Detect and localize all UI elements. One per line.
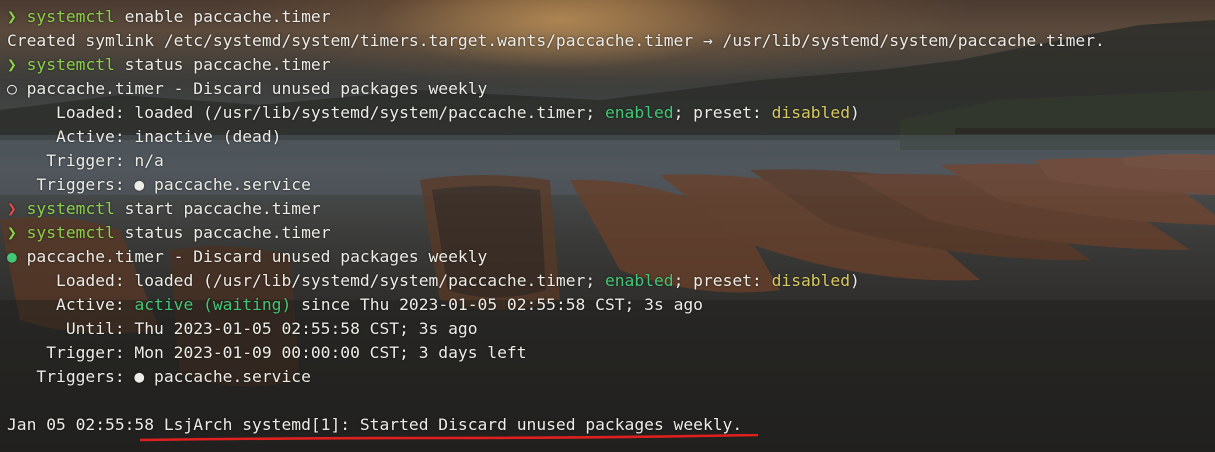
active-line: Active: inactive (dead) <box>7 127 282 146</box>
loaded-line: Loaded: loaded (/usr/lib/systemd/system/… <box>7 101 1215 125</box>
command-name: systemctl <box>26 7 115 26</box>
closing-paren: ) <box>850 271 860 290</box>
trigger-line: Trigger: n/a <box>7 151 164 170</box>
active-label: Active: <box>7 295 135 314</box>
unit-description: paccache.timer - Discard unused packages… <box>16 79 488 98</box>
command-name: systemctl <box>26 55 115 74</box>
disabled-status: disabled <box>771 271 851 290</box>
active-since: since Thu 2023-01-05 02:55:58 CST; 3s ag… <box>291 295 703 314</box>
command-args: status paccache.timer <box>114 223 331 242</box>
until-line: Until: Thu 2023-01-05 02:55:58 CST; 3s a… <box>7 319 478 338</box>
command-args: enable paccache.timer <box>114 7 331 26</box>
command-args: status paccache.timer <box>114 55 331 74</box>
command-line-status: ❯ systemctl status paccache.timer <box>7 53 1215 77</box>
active-line: Active: active (waiting) since Thu 2023-… <box>7 293 1215 317</box>
closing-paren: ) <box>850 103 860 122</box>
loaded-line: Loaded: loaded (/usr/lib/systemd/system/… <box>7 269 1215 293</box>
unit-description: paccache.timer - Discard unused packages… <box>16 247 488 266</box>
active-dot-icon: ● <box>7 247 17 266</box>
loaded-text: Loaded: loaded (/usr/lib/systemd/system/… <box>7 271 605 290</box>
prompt-chevron-icon: ❯ <box>7 7 17 26</box>
trigger-line: Trigger: Mon 2023-01-09 00:00:00 CST; 3 … <box>7 343 527 362</box>
enabled-status: enabled <box>604 271 674 290</box>
command-name: systemctl <box>26 199 115 218</box>
command-name: systemctl <box>26 223 115 242</box>
unit-header-inactive: ○ paccache.timer - Discard unused packag… <box>7 77 1215 101</box>
command-line-status: ❯ systemctl status paccache.timer <box>7 221 1215 245</box>
inactive-circle-icon: ○ <box>7 79 17 98</box>
command-line-enable: ❯ systemctl enable paccache.timer <box>7 5 1215 29</box>
terminal-window[interactable]: ❯ systemctl enable paccache.timer Create… <box>0 0 1215 452</box>
prompt-chevron-icon: ❯ <box>7 223 17 242</box>
disabled-status: disabled <box>771 103 851 122</box>
preset-label: ; preset: <box>673 103 772 122</box>
prompt-chevron-icon: ❯ <box>7 55 17 74</box>
terminal-output: ❯ systemctl enable paccache.timer Create… <box>7 5 1215 452</box>
unit-header-active: ● paccache.timer - Discard unused packag… <box>7 245 1215 269</box>
active-status: active (waiting) <box>134 295 292 314</box>
preset-label: ; preset: <box>673 271 772 290</box>
red-annotation-underline <box>140 434 758 442</box>
triggers-line: Triggers: ● paccache.service <box>7 175 311 194</box>
output-line: Created symlink /etc/systemd/system/time… <box>7 31 1105 50</box>
triggers-line: Triggers: ● paccache.service <box>7 367 311 386</box>
enabled-status: enabled <box>604 103 674 122</box>
prompt-chevron-icon: ❯ <box>7 199 17 218</box>
loaded-text: Loaded: loaded (/usr/lib/systemd/system/… <box>7 103 605 122</box>
command-line-start: ❯ systemctl start paccache.timer <box>7 197 1215 221</box>
command-args: start paccache.timer <box>114 199 321 218</box>
